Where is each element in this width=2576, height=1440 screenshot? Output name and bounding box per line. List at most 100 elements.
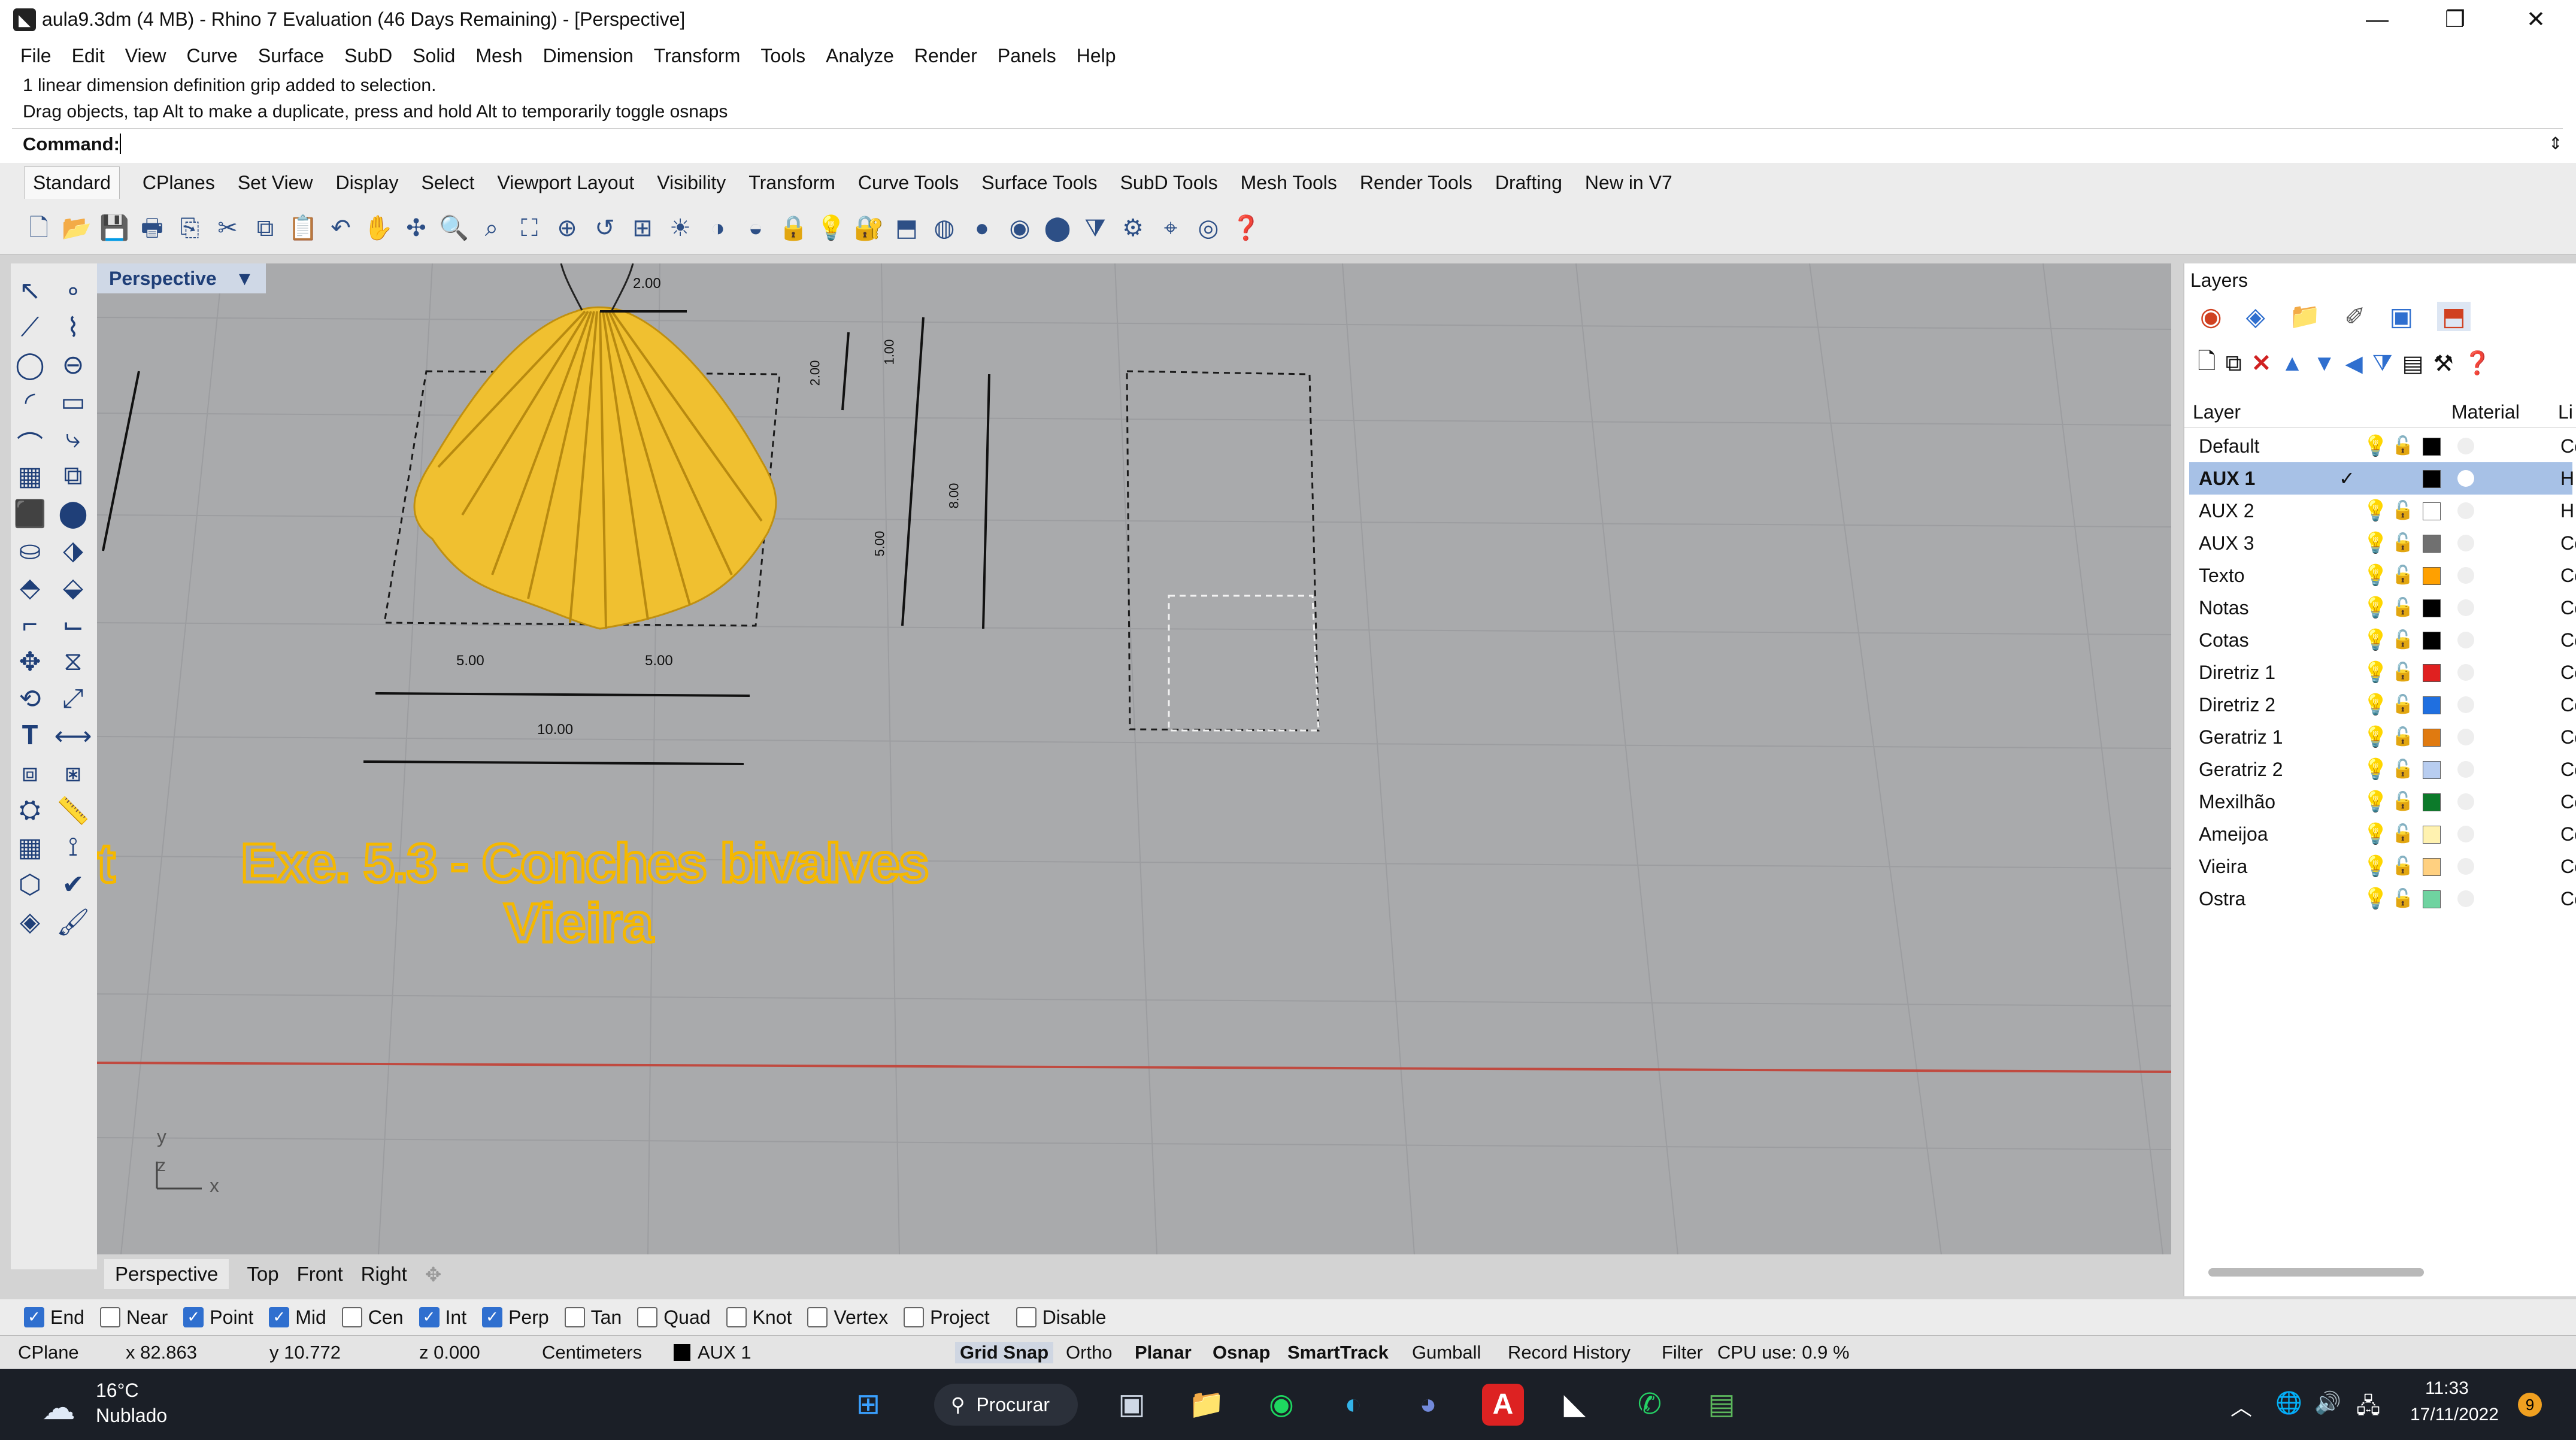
paste-icon[interactable]: 📋 — [288, 213, 318, 243]
whatsapp-icon[interactable]: ✆ — [1629, 1384, 1671, 1426]
materials-tab-icon[interactable]: ◈ — [2246, 302, 2265, 331]
layer-color-swatch[interactable] — [2423, 890, 2441, 908]
check-icon[interactable]: ✔ — [54, 869, 92, 907]
layer-material-icon[interactable] — [2457, 826, 2474, 842]
unlocked-icon[interactable]: 🔓 — [2392, 721, 2414, 753]
layer-material-icon[interactable] — [2457, 567, 2474, 584]
osnap-end[interactable]: ✓ End — [24, 1306, 84, 1329]
exercise-subtitle-text[interactable]: Vieira — [503, 892, 655, 956]
display-tab-icon[interactable]: ✐ — [2344, 302, 2365, 331]
layer-color-swatch[interactable] — [2423, 502, 2441, 520]
close-button[interactable]: ✕ — [2503, 0, 2569, 40]
osnap-disable[interactable]: Disable — [1016, 1306, 1106, 1329]
osnap-checkbox[interactable]: ✓ — [482, 1307, 503, 1327]
osnap-checkbox[interactable]: ✓ — [24, 1307, 44, 1327]
layer-linetype[interactable]: Cc — [2560, 786, 2576, 818]
osnap-checkbox[interactable]: ✓ — [419, 1307, 440, 1327]
layer-row[interactable]: Ostra 💡🔓 Cc — [2189, 883, 2576, 915]
layer-row[interactable]: Cotas 💡🔓 Cc — [2189, 624, 2576, 656]
layer-linetype[interactable]: Cc — [2560, 818, 2576, 850]
grasshopper-taskbar-icon[interactable]: ▤ — [1701, 1384, 1742, 1426]
layer-row[interactable]: AUX 3 💡🔓 Cc — [2189, 527, 2576, 559]
minimize-button[interactable]: — — [2344, 0, 2410, 40]
osnap-mid[interactable]: ✓ Mid — [269, 1306, 326, 1329]
scale-icon[interactable]: ⤢ — [54, 684, 92, 721]
sun-icon[interactable]: ☀ — [665, 213, 695, 243]
layers-scrollbar[interactable] — [2208, 1268, 2424, 1277]
layer-color-swatch[interactable] — [2423, 535, 2441, 553]
layer-color-swatch[interactable] — [2423, 729, 2441, 747]
rectangle-icon[interactable]: ▭ — [54, 387, 92, 424]
layer-color-swatch[interactable] — [2423, 470, 2441, 488]
status-record-history[interactable]: Record History — [1508, 1342, 1631, 1363]
osnap-checkbox[interactable]: ✓ — [183, 1307, 204, 1327]
layer-color-swatch[interactable] — [2423, 696, 2441, 714]
layer-material-icon[interactable] — [2457, 599, 2474, 616]
unlocked-icon[interactable]: 🔓 — [2392, 559, 2414, 592]
filter-layers-icon[interactable]: ⧩ — [2372, 351, 2393, 377]
layers-help-icon[interactable]: ❓ — [2463, 350, 2492, 377]
color-wheel-icon[interactable]: ◍ — [929, 213, 959, 243]
layer-color-swatch[interactable] — [2423, 826, 2441, 844]
visibility-bulb-icon[interactable]: 💡 — [2363, 559, 2388, 592]
network-icon[interactable]: 🖧 — [2356, 1390, 2380, 1427]
rendered-sphere-icon[interactable]: ◉ — [1005, 213, 1035, 243]
unlocked-icon[interactable]: 🔓 — [2392, 592, 2414, 624]
tab-render-tools[interactable]: Render Tools — [1360, 172, 1472, 194]
layer-row[interactable]: Texto 💡🔓 Cc — [2189, 559, 2576, 592]
layer-row[interactable]: Geratriz 1 💡🔓 Cc — [2189, 721, 2576, 753]
layer-color-swatch[interactable] — [2423, 632, 2441, 650]
zoom-window-icon[interactable]: ⌕ — [477, 213, 507, 243]
osnap-checkbox[interactable] — [726, 1307, 747, 1327]
visibility-bulb-icon[interactable]: 💡 — [2363, 850, 2388, 883]
restore-button[interactable]: ❐ — [2422, 0, 2488, 40]
hide-icon[interactable]: ◑ — [703, 213, 733, 243]
status-cplane[interactable]: CPlane — [18, 1342, 79, 1363]
layer-material-icon[interactable] — [2457, 858, 2474, 875]
layer-row[interactable]: Diretriz 2 💡🔓 Cc — [2189, 689, 2576, 721]
osnap-quad[interactable]: Quad — [637, 1306, 711, 1329]
spotify-icon[interactable]: ◉ — [1260, 1384, 1302, 1426]
print-icon[interactable]: 🖶 — [137, 213, 167, 243]
trim-icon[interactable]: ⌐ — [11, 610, 49, 647]
layer-row[interactable]: Vieira 💡🔓 Cc — [2189, 850, 2576, 883]
visibility-bulb-icon[interactable]: 💡 — [2363, 786, 2388, 818]
menu-render[interactable]: Render — [914, 45, 977, 67]
pipe-icon[interactable]: ⬙ — [54, 572, 92, 610]
visibility-bulb-icon[interactable]: 💡 — [2363, 883, 2388, 915]
status-layer[interactable]: AUX 1 — [698, 1342, 751, 1363]
tab-select[interactable]: Select — [421, 172, 474, 194]
unlocked-icon[interactable]: 🔓 — [2392, 527, 2414, 559]
rotate-view-icon[interactable]: ✣ — [401, 213, 431, 243]
menu-subd[interactable]: SubD — [344, 45, 392, 67]
dim-total[interactable]: 10.00 — [537, 721, 573, 738]
layer-material-icon[interactable] — [2457, 729, 2474, 745]
layer-color-swatch[interactable] — [2423, 664, 2441, 682]
osnap-near[interactable]: Near — [99, 1306, 168, 1329]
grasshopper-icon[interactable]: ◎ — [1193, 213, 1223, 243]
layer-settings-icon[interactable]: ⚒ — [2433, 350, 2454, 377]
layer-material-icon[interactable] — [2457, 632, 2474, 648]
tray-chevron-icon[interactable]: ︿ — [2230, 1390, 2252, 1421]
layer-material-icon[interactable] — [2457, 664, 2474, 681]
group-icon[interactable]: ⧈ — [11, 758, 49, 795]
layer-material-icon[interactable] — [2457, 438, 2474, 454]
layer-linetype[interactable]: H — [2560, 495, 2574, 527]
menu-solid[interactable]: Solid — [413, 45, 455, 67]
fillet-curve-icon[interactable]: ⌒ — [11, 424, 49, 461]
view-tab-perspective[interactable]: Perspective — [104, 1259, 229, 1289]
box-icon[interactable]: ⬛ — [11, 498, 49, 535]
layer-row[interactable]: Notas 💡🔓 Cc — [2189, 592, 2576, 624]
tab-display[interactable]: Display — [336, 172, 399, 194]
dim-half-left[interactable]: 5.00 — [456, 653, 484, 669]
move-icon[interactable]: ✥ — [11, 647, 49, 684]
osnap-checkbox[interactable] — [341, 1307, 362, 1327]
move-left-icon[interactable]: ◀ — [2345, 350, 2362, 377]
layer-linetype[interactable]: Cc — [2560, 559, 2576, 592]
osnap-checkbox[interactable] — [904, 1307, 925, 1327]
rotate-icon[interactable]: ⟲ — [11, 684, 49, 721]
tab-subd-tools[interactable]: SubD Tools — [1120, 172, 1218, 194]
dim-vertical-a[interactable]: 2.00 — [807, 360, 823, 386]
rhino-taskbar-icon[interactable]: ◣ — [1554, 1384, 1596, 1426]
cplane-icon[interactable]: ⌖ — [1156, 213, 1186, 243]
